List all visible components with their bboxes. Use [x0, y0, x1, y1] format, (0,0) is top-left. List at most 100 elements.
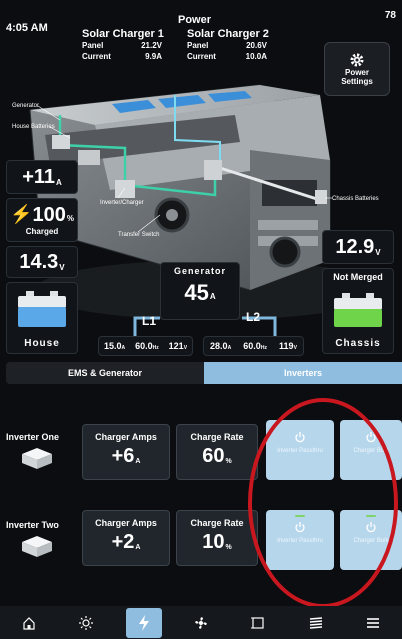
house-charge-value: 100: [32, 204, 66, 226]
inverter-two-charger-amps: Charger Amps +2 A: [82, 510, 170, 566]
l1-readout: 15.0A 60.0Hz 121V: [98, 336, 193, 356]
charger-amps-row: +2 A: [112, 531, 141, 554]
house-charge-label: Charged: [25, 227, 59, 236]
nav-power[interactable]: [125, 607, 162, 638]
l1-amps-value: 15.0: [103, 341, 122, 351]
l1-hz-value: 60.0: [135, 341, 153, 351]
solar-charger-2-current: Current 10.0A: [187, 51, 267, 62]
l1-hz-unit: Hz: [152, 345, 159, 351]
inverter-one-label: Inverter One: [6, 432, 60, 442]
panel-label: Panel: [82, 41, 104, 50]
nav-awning[interactable]: [298, 608, 334, 638]
inverter-one-icon: [22, 448, 52, 469]
battery-level: 78: [384, 10, 396, 21]
chassis-battery-tile[interactable]: Not Merged Chassis: [322, 268, 394, 354]
solar-charger-2-title: Solar Charger 2: [187, 28, 269, 40]
charge-rate-row: 60%: [202, 445, 231, 468]
house-battery-tile[interactable]: House: [6, 282, 78, 354]
l1-amps: 15.0A: [104, 341, 125, 351]
panel-value: 20.6V: [246, 41, 267, 50]
chassis-voltage-tile: 12.9 V: [322, 230, 394, 264]
label-transfer-switch: Transfer Switch: [118, 232, 160, 238]
current-value: 9.9A: [145, 52, 162, 61]
nav-lights[interactable]: [68, 608, 104, 638]
power-settings-button[interactable]: Power Settings: [324, 42, 390, 96]
inverter-two-charge-rate[interactable]: Charge Rate 10%: [176, 510, 258, 566]
charger-amps-row: +6 A: [112, 445, 141, 468]
gear-icon: [350, 53, 364, 67]
charge-rate-label: Charge Rate: [190, 518, 244, 528]
l1-volts: 121V: [169, 341, 187, 351]
house-battery-icon: [18, 291, 66, 327]
l2-amps-value: 28.0: [210, 341, 228, 351]
generator-label: Generator: [173, 266, 226, 276]
l1-volts-unit: V: [183, 345, 188, 351]
nav-climate[interactable]: [183, 608, 219, 638]
house-charge-row: ⚡ 100 %: [10, 204, 74, 227]
tab-inverters[interactable]: Inverters: [204, 362, 402, 384]
charge-rate-value: 60: [202, 445, 225, 467]
charge-rate-value: 10: [202, 531, 225, 553]
power-icon: [138, 614, 149, 631]
power-settings-label: Power Settings: [341, 68, 373, 86]
chassis-status: Not Merged: [333, 272, 383, 282]
house-voltage-unit: V: [59, 262, 65, 272]
l2-amps-unit: A: [227, 345, 232, 351]
generator-unit: A: [209, 292, 216, 301]
current-value: 10.0A: [245, 52, 267, 61]
light-icon: [79, 615, 94, 630]
charge-rate-unit: %: [225, 458, 232, 465]
label-house-batteries: House Batteries: [12, 124, 55, 130]
menu-icon: [367, 617, 380, 628]
inverter-one-charge-rate[interactable]: Charge Rate 60%: [176, 424, 258, 480]
l2-volts-value: 119: [279, 341, 294, 351]
charger-amps-label: Charger Amps: [95, 432, 157, 442]
nav-home[interactable]: [11, 608, 47, 638]
clock: 4:05 AM: [6, 22, 48, 34]
panel-value: 21.2V: [141, 41, 162, 50]
charge-bolt-icon: ⚡: [10, 204, 33, 224]
charger-amps-label: Charger Amps: [95, 518, 157, 528]
solar-charger-1-current: Current 9.9A: [82, 51, 162, 62]
annotation-circle: [248, 398, 398, 608]
label-line2: Settings: [341, 77, 373, 86]
label-line1: Power: [344, 68, 369, 77]
house-current-value: +11: [22, 165, 56, 188]
l2-amps: 28.0A: [210, 341, 231, 351]
charger-amps-unit: A: [135, 458, 141, 465]
solar-charger-1-panel: Panel 21.2V: [82, 40, 162, 51]
fan-icon: [195, 616, 207, 629]
l2-readout: 28.0A 60.0Hz 119V: [203, 336, 304, 356]
label-generator: Generator: [12, 103, 40, 109]
solar-charger-2-panel: Panel 20.6V: [187, 40, 267, 51]
charge-rate-label: Charge Rate: [190, 432, 244, 442]
current-label: Current: [82, 52, 111, 61]
charger-amps-unit: A: [135, 544, 141, 551]
l2-label: L2: [246, 310, 261, 324]
charge-rate-row: 10%: [202, 531, 231, 554]
tab-ems-generator[interactable]: EMS & Generator: [6, 362, 204, 384]
home-icon: [23, 616, 35, 630]
nav-menu[interactable]: [355, 608, 391, 638]
label-inverter-charger: Inverter/Charger: [100, 200, 144, 206]
awning-icon: [309, 616, 322, 629]
inverter-two-label: Inverter Two: [6, 520, 59, 530]
charger-amps-value: +2: [111, 531, 135, 553]
generator-tile[interactable]: Generator 45 A: [160, 262, 240, 320]
generator-row: 45 A: [184, 280, 215, 306]
nav-slides[interactable]: [240, 608, 276, 638]
house-current-unit: A: [56, 177, 62, 187]
inverter-one-charger-amps: Charger Amps +6 A: [82, 424, 170, 480]
power-title: Power: [178, 14, 212, 26]
slide-icon: [251, 616, 264, 629]
l2-hz: 60.0Hz: [243, 341, 267, 351]
bottom-nav: [0, 606, 402, 639]
chassis-label: Chassis: [335, 338, 381, 349]
current-label: Current: [187, 52, 216, 61]
solar-charger-2: Solar Charger 2 Panel 20.6V Current 10.0…: [187, 28, 269, 62]
l2-hz-unit: Hz: [260, 345, 267, 351]
chassis-battery-icon: [334, 293, 382, 327]
l2-volts-unit: V: [293, 345, 297, 351]
charger-amps-value: +6: [111, 445, 135, 467]
inverter-two-icon: [22, 536, 52, 557]
